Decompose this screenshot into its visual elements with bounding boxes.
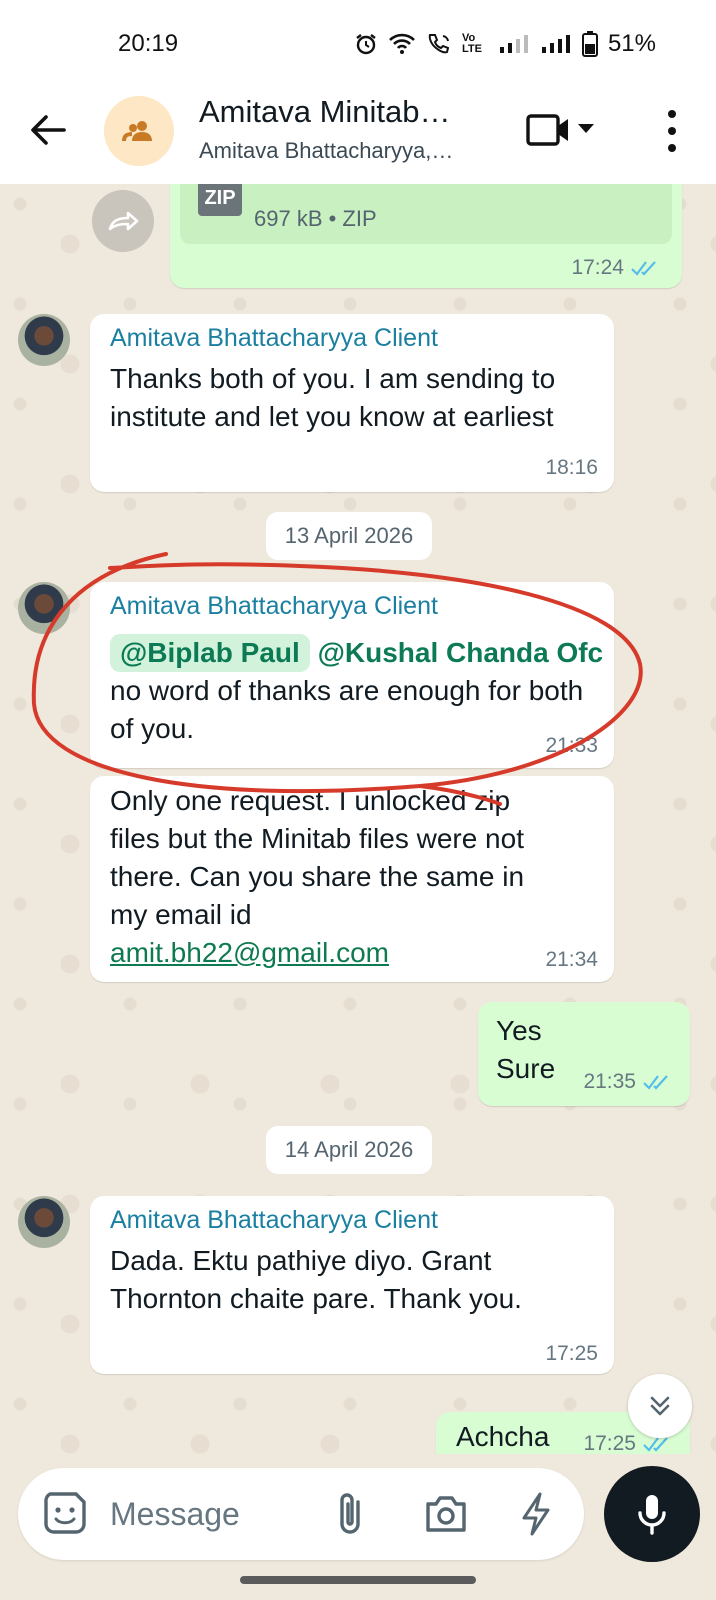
group-avatar[interactable] (104, 96, 174, 166)
message-time: 21:33 (545, 734, 598, 757)
message-text: Thanks both of you. I am sending to inst… (110, 363, 556, 432)
mic-button[interactable] (604, 1466, 700, 1562)
file-size: 697 kB • ZIP (254, 206, 377, 231)
signal-icon-1 (499, 35, 528, 53)
message-time: 17:24 (571, 256, 624, 279)
date-chip: 14 April 2026 (266, 1126, 432, 1174)
message-text: @Biplab Paul @Kushal Chanda Ofc no word … (110, 634, 610, 748)
mention-kushal-cont[interactable]: Ofc (556, 637, 603, 668)
group-icon (122, 121, 152, 142)
message-bubble[interactable]: Yes Sure 21:35 (478, 1002, 690, 1106)
bolt-icon[interactable] (516, 1490, 556, 1538)
wifi-icon (389, 33, 415, 54)
message-meta: 17:24 (571, 256, 660, 280)
message-input[interactable] (110, 1488, 330, 1540)
chat-participants[interactable]: Amitava Bhattacharyya,… (199, 138, 453, 164)
message-text: Yes Sure (496, 1012, 576, 1088)
message-line2: Sure (496, 1053, 556, 1084)
mention-kushal[interactable]: @Kushal Chanda (318, 637, 549, 668)
message-time: 18:16 (545, 456, 598, 479)
scroll-down-icon (650, 1396, 670, 1416)
message-bubble[interactable]: Only one request. I unlocked zip files b… (90, 776, 614, 982)
message-time: 17:25 (583, 1432, 636, 1454)
avatar[interactable] (18, 314, 70, 366)
wifi-call-icon (428, 34, 450, 54)
attach-icon[interactable] (330, 1490, 374, 1538)
message-bubble[interactable]: Amitava Bhattacharyya Client Thanks both… (90, 314, 614, 492)
file-attachment[interactable]: ZIP 697 kB • ZIP (180, 184, 672, 244)
message-time: 17:25 (545, 1342, 598, 1365)
message-body: Only one request. I unlocked zip files b… (110, 785, 525, 930)
message-time: 21:34 (545, 948, 598, 971)
dropdown-icon (578, 124, 594, 133)
file-message-bubble[interactable]: ZIP 697 kB • ZIP 17:24 (170, 184, 682, 288)
mic-icon (638, 1495, 666, 1535)
read-ticks-icon (631, 261, 656, 276)
chat-area[interactable]: ZIP 697 kB • ZIP 17:24 Amitava Bhattacha… (0, 184, 716, 1454)
sticker-icon[interactable] (42, 1490, 88, 1536)
zip-badge: ZIP (198, 184, 242, 216)
alarm-icon (356, 34, 376, 55)
message-bubble[interactable]: Amitava Bhattacharyya Client Dada. Ektu … (90, 1196, 614, 1374)
email-link[interactable]: amit.bh22@gmail.com (110, 937, 389, 968)
message-text: Dada. Ektu pathiye diyo. Grant Thornton … (110, 1245, 522, 1314)
status-icons: Vo LTE 51% (354, 30, 656, 58)
sender-name[interactable]: Amitava Bhattacharyya Client (110, 324, 438, 353)
forward-icon (108, 211, 139, 231)
chat-header: Amitava Minitab… Amitava Bhattacharyya,… (0, 88, 716, 184)
gesture-nav-handle[interactable] (240, 1576, 476, 1584)
status-bar: 20:19 Vo LTE 51% (0, 0, 716, 88)
sender-name[interactable]: Amitava Bhattacharyya Client (110, 592, 438, 621)
more-vert-icon[interactable] (654, 106, 690, 156)
battery-icon (581, 31, 598, 57)
video-call-icon[interactable] (526, 110, 606, 150)
forward-button[interactable] (92, 190, 154, 252)
signal-icon-2 (541, 35, 570, 53)
message-meta: 21:35 (583, 1070, 672, 1094)
chat-title[interactable]: Amitava Minitab… (199, 94, 451, 130)
avatar[interactable] (18, 582, 70, 634)
avatar[interactable] (18, 1196, 70, 1248)
read-ticks-icon (643, 1075, 668, 1090)
message-body: no word of thanks are enough for both of… (110, 675, 584, 744)
scroll-down-button[interactable] (628, 1374, 692, 1438)
message-text: Achcha (456, 1421, 550, 1452)
message-text: Only one request. I unlocked zip files b… (110, 782, 550, 972)
date-chip: 13 April 2026 (266, 512, 432, 560)
message-input-bar[interactable] (18, 1468, 584, 1560)
message-time: 21:35 (583, 1070, 636, 1093)
composer-area (0, 1454, 716, 1600)
message-bubble[interactable]: Amitava Bhattacharyya Client @Biplab Pau… (90, 582, 614, 768)
mention-biplab[interactable]: @Biplab Paul (110, 634, 310, 672)
volte-icon: Vo LTE (461, 32, 482, 55)
battery-percent: 51% (607, 30, 656, 57)
camera-icon[interactable] (422, 1490, 470, 1538)
message-line1: Yes (496, 1015, 542, 1046)
sender-name[interactable]: Amitava Bhattacharyya Client (110, 1206, 438, 1235)
status-time: 20:19 (118, 30, 179, 57)
back-arrow-icon[interactable] (28, 110, 68, 150)
